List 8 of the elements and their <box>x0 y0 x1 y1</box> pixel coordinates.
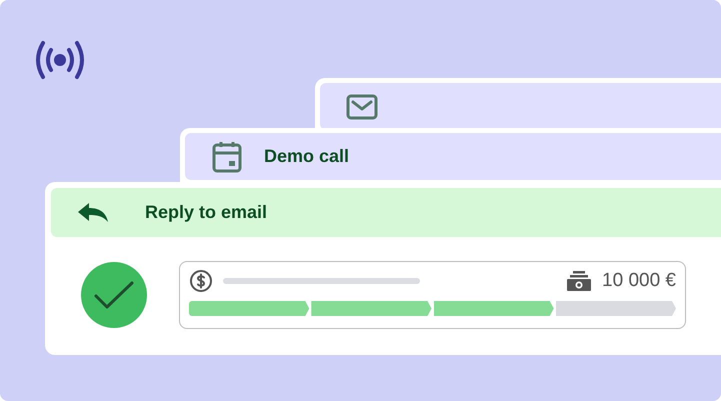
dollar-icon <box>189 269 213 293</box>
calendar-icon <box>212 140 242 172</box>
reply-icon <box>77 202 109 224</box>
deal-amount: 10 000 € <box>602 270 676 292</box>
cash-icon <box>566 270 592 292</box>
card-title: Demo call <box>264 146 350 167</box>
mail-icon <box>346 94 378 120</box>
card-title: Reply to email <box>145 202 268 223</box>
